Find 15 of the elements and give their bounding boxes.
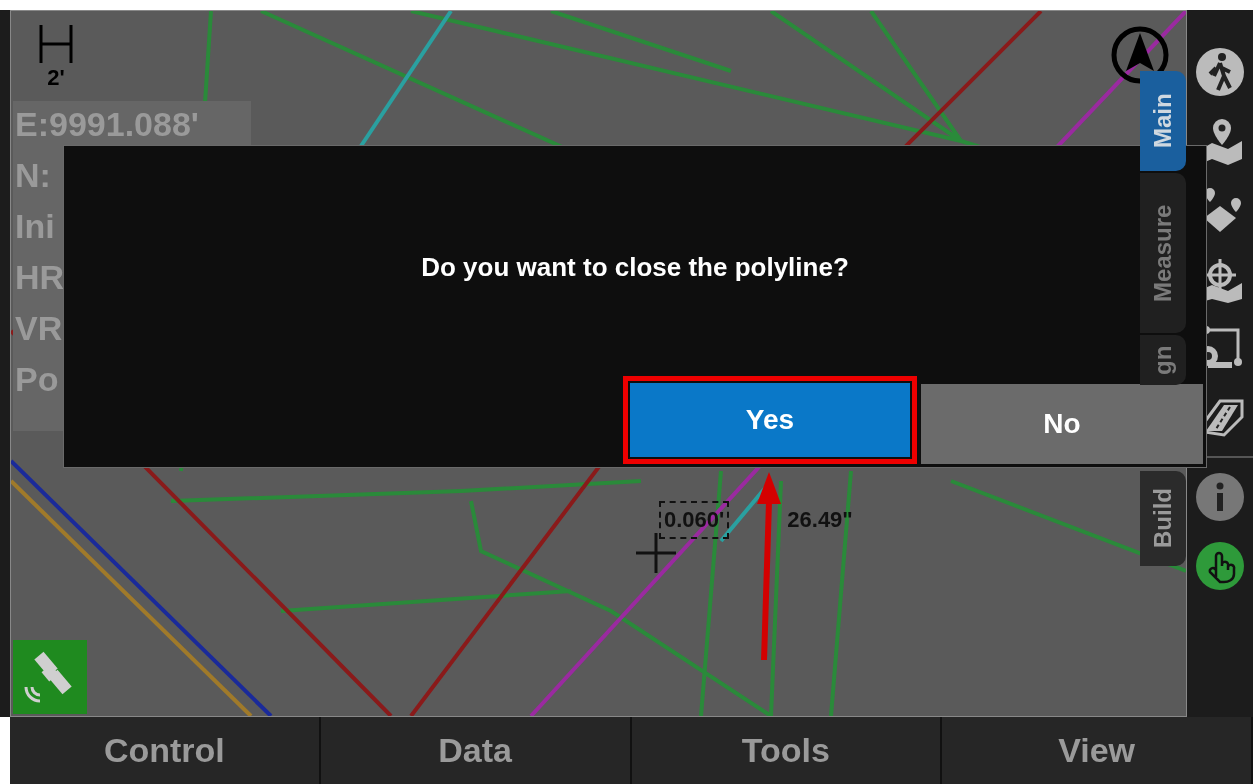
side-tab[interactable]: Measure: [1140, 173, 1186, 333]
side-tab[interactable]: Build: [1140, 471, 1186, 566]
yes-button[interactable]: Yes: [630, 383, 910, 457]
crosshair-icon: [636, 533, 676, 573]
side-tab[interactable]: Main: [1140, 71, 1186, 171]
no-button[interactable]: No: [921, 384, 1203, 464]
scale-label: 2': [47, 65, 65, 91]
angle-label: 26.49": [787, 507, 853, 533]
compass-icon[interactable]: [1110, 25, 1170, 85]
side-tab[interactable]: gn: [1140, 335, 1186, 385]
info-icon[interactable]: [1194, 471, 1246, 523]
scale-bar-icon: [39, 23, 73, 65]
hand-pointer-icon[interactable]: [1194, 540, 1246, 592]
satellite-status-button[interactable]: [13, 640, 87, 714]
walking-person-icon[interactable]: [1194, 46, 1246, 98]
